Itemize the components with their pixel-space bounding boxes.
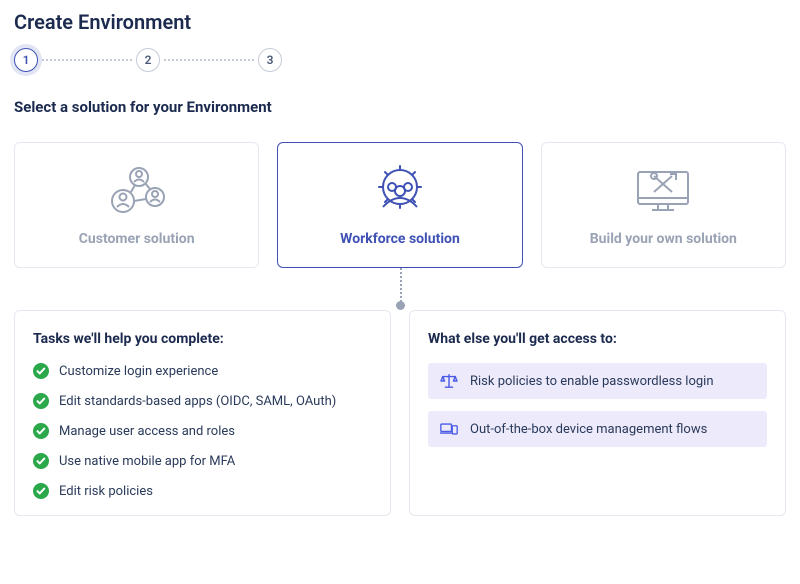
solution-card-label: Customer solution: [79, 231, 195, 247]
check-icon: [33, 393, 49, 409]
tasks-panel: Tasks we'll help you complete: Customize…: [14, 310, 391, 516]
task-item: Manage user access and roles: [33, 423, 372, 439]
step-3[interactable]: 3: [258, 48, 282, 72]
people-network-icon: [105, 163, 169, 217]
task-item-label: Edit standards-based apps (OIDC, SAML, O…: [59, 394, 336, 409]
access-panel-title: What else you'll get access to:: [428, 331, 767, 347]
check-icon: [33, 483, 49, 499]
task-item: Edit standards-based apps (OIDC, SAML, O…: [33, 393, 372, 409]
access-item-label: Out-of-the-box device management flows: [470, 422, 707, 437]
task-item-label: Edit risk policies: [59, 484, 153, 499]
tasks-panel-title: Tasks we'll help you complete:: [33, 331, 372, 347]
step-connector: [164, 59, 254, 61]
scales-icon: [440, 373, 458, 389]
access-list: Risk policies to enable passwordless log…: [428, 363, 767, 447]
monitor-tools-icon: [630, 163, 696, 217]
step-2[interactable]: 2: [136, 48, 160, 72]
solution-card-build-your-own[interactable]: Build your own solution: [541, 142, 786, 268]
check-icon: [33, 453, 49, 469]
solution-cards: Customer solution: [14, 142, 786, 268]
solution-card-customer[interactable]: Customer solution: [14, 142, 259, 268]
check-icon: [33, 363, 49, 379]
task-item: Customize login experience: [33, 363, 372, 379]
access-panel: What else you'll get access to: Risk pol…: [409, 310, 786, 516]
devices-icon: [440, 421, 458, 437]
page-title: Create Environment: [14, 0, 786, 34]
task-list: Customize login experience Edit standard…: [33, 363, 372, 499]
task-item: Use native mobile app for MFA: [33, 453, 372, 469]
solution-card-label: Build your own solution: [590, 231, 737, 247]
check-icon: [33, 423, 49, 439]
task-item-label: Manage user access and roles: [59, 424, 235, 439]
access-item-label: Risk policies to enable passwordless log…: [470, 374, 714, 389]
stepper: 1 2 3: [14, 48, 786, 72]
solution-card-label: Workforce solution: [340, 231, 460, 247]
section-subtitle: Select a solution for your Environment: [14, 98, 786, 116]
step-1[interactable]: 1: [14, 48, 38, 72]
task-item-label: Customize login experience: [59, 364, 218, 379]
task-item-label: Use native mobile app for MFA: [59, 454, 235, 469]
task-item: Edit risk policies: [33, 483, 372, 499]
step-connector: [42, 59, 132, 61]
access-item: Risk policies to enable passwordless log…: [428, 363, 767, 399]
solution-card-workforce[interactable]: Workforce solution: [277, 142, 522, 268]
gear-people-icon: [365, 163, 435, 217]
detail-panels: Tasks we'll help you complete: Customize…: [14, 310, 786, 516]
access-item: Out-of-the-box device management flows: [428, 411, 767, 447]
